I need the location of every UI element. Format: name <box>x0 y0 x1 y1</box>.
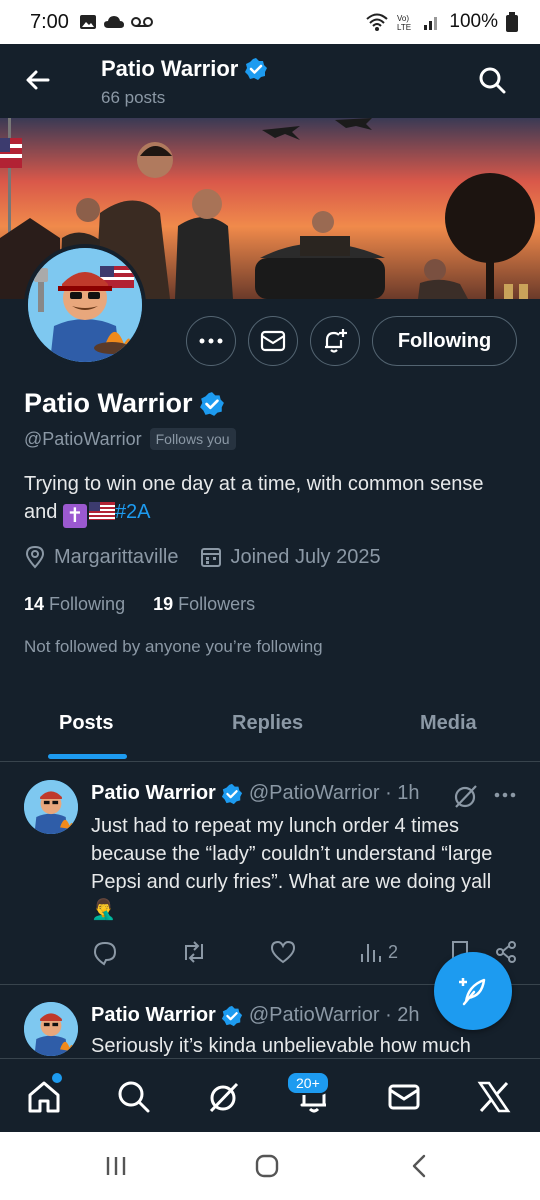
post-avatar[interactable] <box>24 780 78 834</box>
tab-replies[interactable]: Replies <box>232 712 303 735</box>
following-count: 14 <box>24 594 45 614</box>
more-options-button[interactable] <box>186 316 236 366</box>
following-label: Following <box>49 594 126 614</box>
like-button[interactable] <box>270 940 296 964</box>
volte-icon: Vo)LTE <box>397 14 411 32</box>
notifications-badge: 20+ <box>286 1071 330 1095</box>
compose-feather-icon <box>459 978 486 1006</box>
status-time: 7:00 <box>30 10 69 33</box>
repost-button[interactable] <box>180 940 208 964</box>
back-arrow-icon[interactable] <box>22 64 54 96</box>
location-item: Margarittaville <box>24 545 178 569</box>
reply-icon <box>93 941 117 966</box>
search-icon[interactable] <box>478 66 506 94</box>
notify-button[interactable] <box>310 316 360 366</box>
system-navigation-bar <box>0 1132 540 1200</box>
location-pin-icon <box>25 545 45 569</box>
svg-text:Vo): Vo) <box>397 14 409 23</box>
cloud-icon <box>103 16 124 28</box>
location-text: Margarittaville <box>54 545 179 568</box>
profile-handle: @PatioWarrior <box>24 428 142 449</box>
home-icon[interactable] <box>26 1079 62 1115</box>
profile-name-text: Patio Warrior <box>24 388 193 418</box>
verified-badge-icon <box>221 1005 242 1026</box>
status-bar: 7:00 Vo) LTE 100% <box>0 0 540 44</box>
home-unread-dot <box>52 1073 62 1083</box>
calendar-icon <box>201 548 222 567</box>
post-header: Patio Warrior @PatioWarrior · 2h <box>91 1004 420 1027</box>
followers-label: Followers <box>178 594 256 614</box>
bell-plus-icon <box>325 329 347 353</box>
svg-text:LTE: LTE <box>397 23 411 32</box>
heart-icon <box>270 940 296 964</box>
post-avatar[interactable] <box>24 1002 78 1056</box>
profile-name: Patio Warrior <box>24 388 225 419</box>
post-avatar-image <box>24 780 78 834</box>
back-chevron-icon[interactable] <box>408 1154 432 1178</box>
bio-hashtag-link[interactable]: #2A <box>115 501 151 523</box>
verified-badge-icon <box>221 783 242 804</box>
header-post-count: 66 posts <box>101 88 166 107</box>
grok-icon[interactable] <box>206 1079 242 1115</box>
followers-count-link[interactable]: 19 Followers <box>153 594 255 615</box>
views-chart-icon <box>361 944 381 962</box>
search-icon[interactable] <box>116 1079 152 1115</box>
avatar-image <box>28 248 142 362</box>
message-button[interactable] <box>248 316 298 366</box>
messages-icon[interactable] <box>386 1079 422 1115</box>
joined-item: Joined July 2025 <box>200 545 381 569</box>
repost-icon <box>185 941 203 963</box>
compose-post-button[interactable] <box>434 952 512 1030</box>
post-author-name[interactable]: Patio Warrior <box>91 1004 216 1027</box>
us-flag-emoji <box>88 502 115 520</box>
envelope-icon <box>260 330 286 352</box>
bottom-navigation: 20+ <box>0 1058 540 1132</box>
signal-icon <box>424 17 438 30</box>
voicemail-icon <box>130 17 153 27</box>
battery-icon <box>506 12 518 32</box>
post-text: Seriously it’s kinda unbelievable how mu… <box>91 1035 471 1057</box>
more-dots-icon <box>199 338 223 344</box>
battery-percent: 100% <box>449 11 498 32</box>
post-header: Patio Warrior @PatioWarrior · 1h <box>91 782 420 805</box>
latin-cross-emoji: ✝ <box>62 504 87 528</box>
wifi-icon <box>366 13 389 31</box>
profile-meta: Margarittaville Joined July 2025 <box>24 545 403 569</box>
verified-badge-icon[interactable] <box>199 391 225 417</box>
x-logo-icon[interactable] <box>476 1079 512 1115</box>
profile-tabs: Posts Replies Media <box>0 700 540 762</box>
followers-count: 19 <box>153 594 174 614</box>
post-more-icon[interactable] <box>494 792 516 798</box>
profile-header: Patio Warrior 66 posts <box>0 44 540 118</box>
profile-bio: Trying to win one day at a time, with co… <box>24 470 504 528</box>
reply-button[interactable] <box>92 940 118 966</box>
post-handle-time: @PatioWarrior · 2h <box>248 1004 420 1026</box>
tab-media[interactable]: Media <box>420 712 477 735</box>
image-icon <box>79 15 96 29</box>
follows-you-badge: Follows you <box>149 428 236 450</box>
follow-counts: 14 Following 19 Followers <box>24 594 255 615</box>
home-circle-icon[interactable] <box>255 1154 279 1178</box>
post-text: Just had to repeat my lunch order 4 time… <box>91 815 493 921</box>
grok-icon[interactable] <box>452 782 480 810</box>
tab-posts[interactable]: Posts <box>59 712 113 735</box>
recent-apps-icon[interactable] <box>104 1154 128 1178</box>
profile-handle-row: @PatioWarrior Follows you <box>24 428 236 450</box>
not-followed-note: Not followed by anyone you’re following <box>24 637 323 656</box>
post-avatar-image <box>24 1002 78 1056</box>
header-title: Patio Warrior <box>101 56 268 82</box>
header-title-text: Patio Warrior <box>101 56 239 81</box>
following-count-link[interactable]: 14 Following <box>24 594 125 615</box>
profile-avatar[interactable] <box>24 244 146 366</box>
joined-text: Joined July 2025 <box>230 545 381 568</box>
following-button[interactable]: Following <box>372 316 517 366</box>
post-handle-time: @PatioWarrior · 1h <box>248 782 420 804</box>
verified-badge-icon <box>245 58 268 80</box>
views-count: 2 <box>388 941 399 962</box>
post-author-name[interactable]: Patio Warrior <box>91 782 216 805</box>
views-button[interactable]: 2 <box>358 940 398 964</box>
active-tab-indicator <box>48 754 127 759</box>
